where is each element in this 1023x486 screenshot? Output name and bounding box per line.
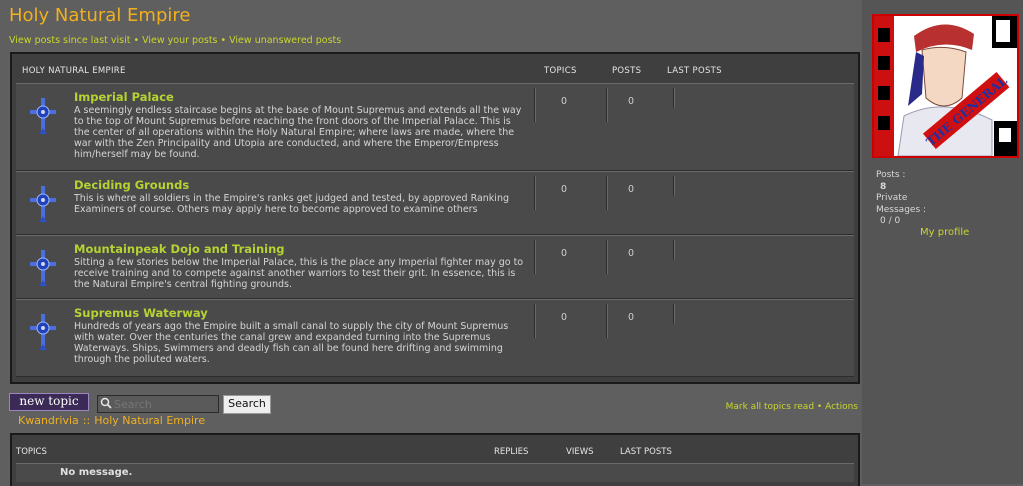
breadcrumb-forum[interactable]: Holy Natural Empire xyxy=(94,414,205,427)
top-links: View posts since last visit • View your po… xyxy=(9,35,341,46)
link-unanswered-posts[interactable]: View unanswered posts xyxy=(229,35,341,46)
forum-description: Hundreds of years ago the Empire built a… xyxy=(74,321,509,365)
forum-description: This is where all soldiers in the Empire… xyxy=(74,193,510,215)
link-posts-since-last-visit[interactable]: View posts since last visit xyxy=(9,35,130,46)
column-divider xyxy=(606,304,608,338)
posts-count: 0 xyxy=(628,96,635,107)
avatar[interactable]: THE GENERAL xyxy=(872,14,1019,158)
pm-value: 0 / 0 xyxy=(880,216,901,226)
header-topics: TOPICS xyxy=(16,447,47,457)
page-title: Holy Natural Empire xyxy=(9,5,191,26)
cross-emblem-icon xyxy=(30,186,56,222)
posts-label: Posts : xyxy=(876,170,906,180)
column-divider xyxy=(606,176,608,210)
search-button[interactable]: Search xyxy=(223,395,271,414)
forum-title[interactable]: Supremus Waterway xyxy=(74,306,208,320)
breadcrumb: Kwandrivia:: Holy Natural Empire xyxy=(18,414,205,427)
column-divider xyxy=(534,88,536,122)
actions-separator: • xyxy=(816,402,823,412)
header-forum-name: HOLY NATURAL EMPIRE xyxy=(22,66,126,76)
forum-row: Mountainpeak Dojo and Training Sitting a… xyxy=(16,235,854,299)
column-divider xyxy=(534,176,536,210)
topics-count: 0 xyxy=(561,312,568,323)
header-topics: TOPICS xyxy=(544,66,577,76)
actions-link[interactable]: Actions xyxy=(825,402,858,412)
link-separator: • xyxy=(133,35,140,46)
forum-row: Supremus Waterway Hundreds of years ago … xyxy=(16,299,854,377)
column-divider xyxy=(673,88,675,108)
no-message-text: No message. xyxy=(60,467,133,478)
cross-emblem-icon xyxy=(30,314,56,350)
new-topic-button[interactable]: new topic xyxy=(9,393,89,411)
posts-count: 0 xyxy=(628,312,635,323)
mark-all-read-link[interactable]: Mark all topics read xyxy=(726,402,814,412)
topics-count: 0 xyxy=(561,184,568,195)
forum-table: HOLY NATURAL EMPIRE TOPICS POSTS LAST PO… xyxy=(10,52,860,384)
breadcrumb-site[interactable]: Kwandrivia xyxy=(18,414,79,427)
pm-label: Private xyxy=(876,193,908,203)
column-divider xyxy=(534,240,536,274)
cross-emblem-icon xyxy=(30,98,56,134)
topics-table: TOPICS REPLIES VIEWS LAST POSTS No messa… xyxy=(10,433,860,486)
header-last-posts: LAST POSTS xyxy=(667,66,722,76)
search-icon xyxy=(100,397,112,409)
forum-actions: Mark all topics read • Actions xyxy=(726,402,858,412)
forum-title[interactable]: Imperial Palace xyxy=(74,90,174,104)
posts-value: 8 xyxy=(880,181,887,192)
column-divider xyxy=(673,304,675,324)
link-your-posts[interactable]: View your posts xyxy=(142,35,217,46)
main-content: Holy Natural Empire View posts since las… xyxy=(0,0,862,486)
forum-row: Imperial Palace A seemingly endless stai… xyxy=(16,83,854,171)
search-field xyxy=(97,395,219,413)
forum-description: A seemingly endless staircase begins at … xyxy=(74,105,522,160)
pm-label-2: Messages : xyxy=(876,204,927,215)
topics-count: 0 xyxy=(561,96,568,107)
topics-count: 0 xyxy=(561,248,568,259)
posts-count: 0 xyxy=(628,248,635,259)
forum-description: Sitting a few stories below the Imperial… xyxy=(74,257,524,290)
search-input[interactable] xyxy=(114,396,214,412)
user-sidebar: THE GENERAL Posts : 8 Private Messages :… xyxy=(862,0,1023,484)
column-divider xyxy=(673,176,675,196)
column-divider xyxy=(606,240,608,274)
forum-title[interactable]: Mountainpeak Dojo and Training xyxy=(74,242,285,256)
column-divider xyxy=(534,304,536,338)
column-divider xyxy=(606,88,608,122)
posts-count: 0 xyxy=(628,184,635,195)
my-profile-link[interactable]: My profile xyxy=(920,227,969,238)
forum-row: Deciding Grounds This is where all soldi… xyxy=(16,171,854,235)
forum-table-header: HOLY NATURAL EMPIRE TOPICS POSTS LAST PO… xyxy=(12,54,858,82)
cross-emblem-icon xyxy=(30,250,56,286)
header-posts: POSTS xyxy=(612,66,642,76)
column-divider xyxy=(673,240,675,260)
avatar-image: THE GENERAL xyxy=(874,16,1017,157)
breadcrumb-separator: :: xyxy=(82,414,91,427)
header-replies: REPLIES xyxy=(494,447,529,457)
user-stats: Posts : 8 Private Messages : 0 / 0 xyxy=(876,170,926,228)
forum-title[interactable]: Deciding Grounds xyxy=(74,178,189,192)
header-last-posts: LAST POSTS xyxy=(620,447,672,457)
empty-topics-row: No message. xyxy=(16,463,854,482)
header-views: VIEWS xyxy=(566,447,594,457)
link-separator: • xyxy=(220,35,227,46)
